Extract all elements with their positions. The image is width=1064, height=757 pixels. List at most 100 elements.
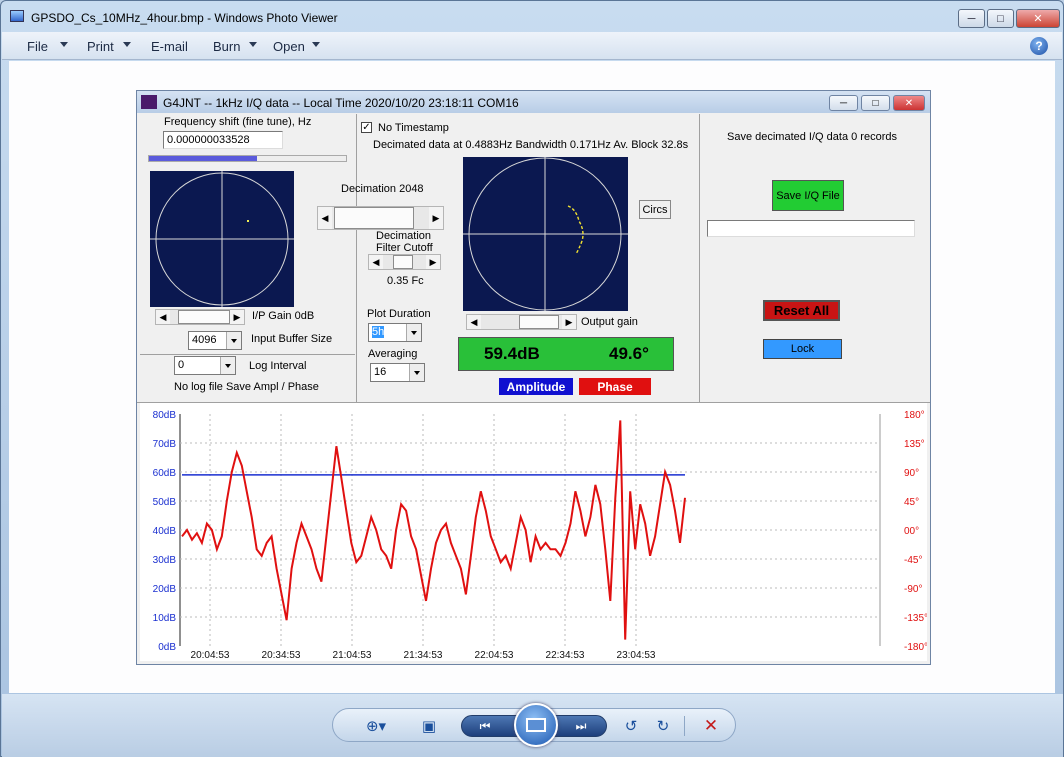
menu-email[interactable]: E-mail [151,39,188,54]
freq-shift-label: Frequency shift (fine tune), Hz [164,116,312,128]
divider [699,114,700,402]
filter-cutoff-left-arrow[interactable]: ◀ [369,255,383,269]
input-buffer-label: Input Buffer Size [251,333,333,345]
y-left-tick-label: 40dB [153,526,177,537]
signal-level-bar [148,155,347,162]
readout-panel: 59.4dB 49.6° [458,337,674,371]
y-left-tick-label: 10dB [153,613,177,624]
menu-open[interactable]: Open [273,39,305,54]
log-interval-label: Log Interval [249,360,307,372]
amplitude-legend: Amplitude [499,378,573,395]
circs-button[interactable]: Circs [639,200,671,219]
ip-gain-thumb[interactable] [178,310,230,324]
ip-gain-right-arrow[interactable]: ▶ [230,310,244,324]
output-gain-thumb[interactable] [519,315,559,329]
decimation-filter-label-2: Filter Cutoff [376,242,433,254]
averaging-value: 16 [374,366,387,378]
y-right-tick-label: 180° [904,410,925,421]
freq-shift-input[interactable]: 0.000000033528 [163,131,283,149]
y-left-tick-label: 0dB [158,642,176,653]
phase-legend: Phase [579,378,651,395]
filter-cutoff-thumb[interactable] [393,255,413,269]
no-timestamp-checkbox[interactable]: ✓ [361,122,372,133]
output-gain-left-arrow[interactable]: ◀ [467,315,481,329]
log-status-text: No log file Save Ampl / Phase [174,381,319,393]
plot-duration-label: Plot Duration [367,308,431,320]
decimation-left-arrow[interactable]: ◀ [318,207,332,229]
open-dropdown-icon[interactable] [312,42,320,47]
menu-file[interactable]: File [27,39,48,54]
chevron-down-icon[interactable] [406,324,421,341]
save-iq-file-button[interactable]: Save I/Q File [772,180,844,211]
averaging-select[interactable]: 16 [370,363,425,382]
decimation-filter-label-1: Decimation [376,230,432,242]
rotate-counterclockwise-icon[interactable]: ↺ [619,714,643,738]
reset-all-button[interactable]: Reset All [763,300,840,321]
x-tick-label: 22:34:53 [546,650,585,661]
ip-gain-slider[interactable]: ◀ ▶ [155,309,245,325]
y-right-tick-label: 00° [904,526,919,537]
title-bar: GPSDO_Cs_10MHz_4hour.bmp - Windows Photo… [1,1,1063,31]
slideshow-icon [526,718,546,732]
actual-size-icon[interactable]: ▣ [417,714,441,738]
lock-button[interactable]: Lock [763,339,842,359]
y-right-tick-label: -90° [904,584,922,595]
phase-readout: 49.6° [609,344,649,363]
maximize-button[interactable]: □ [987,9,1014,28]
x-tick-label: 23:04:53 [617,650,656,661]
zoom-icon[interactable]: ⊕▾ [359,714,393,738]
output-gain-label: Output gain [581,316,638,328]
g4jnt-app-icon [141,95,157,109]
decimation-right-arrow[interactable]: ▶ [429,207,443,229]
chevron-down-icon[interactable] [226,332,241,349]
plot-duration-select[interactable]: 5h [368,323,422,342]
output-gain-slider[interactable]: ◀ ▶ [466,314,577,330]
menu-bar: File Print E-mail Burn Open ? [2,32,1062,60]
filter-cutoff-slider[interactable]: ◀ ▶ [368,254,441,270]
rotate-clockwise-icon[interactable]: ↻ [651,714,675,738]
divider [684,716,685,736]
y-left-tick-label: 50dB [153,497,177,508]
x-tick-label: 21:34:53 [404,650,443,661]
minimize-button[interactable]: ─ [958,9,985,28]
series-phase-line [181,420,686,640]
slideshow-button[interactable] [514,703,558,747]
decimation-thumb[interactable] [334,207,414,229]
g4jnt-title-bar: G4JNT -- 1kHz I/Q data -- Local Time 202… [137,91,930,113]
menu-burn[interactable]: Burn [213,39,240,54]
g4jnt-close-button[interactable]: ✕ [893,95,925,111]
divider [356,114,357,402]
amplitude-phase-chart: 80dB 180° 70dB 135° 60dB 90° 50dB 45° 40dB 00° 30d… [153,410,928,661]
decimation-slider[interactable]: ◀ ▶ [317,206,444,230]
decimation-label: Decimation 2048 [341,183,424,195]
g4jnt-minimize-button[interactable]: ─ [829,95,858,111]
decimated-info-text: Decimated data at 0.4883Hz Bandwidth 0.1… [373,139,689,151]
no-timestamp-label: No Timestamp [378,122,449,134]
help-icon[interactable]: ? [1030,37,1048,55]
next-icon[interactable]: ⏭ [566,716,596,736]
log-interval-select[interactable]: 0 [174,356,236,375]
previous-icon[interactable]: ⏮ [470,716,500,736]
y-left-tick-label: 20dB [153,584,177,595]
burn-dropdown-icon[interactable] [249,42,257,47]
ip-gain-label: I/P Gain 0dB [252,310,315,322]
control-pill: ⊕▾ ▣ ⏮ ⏭ ↺ ↻ ✕ [332,703,736,747]
divider [140,354,355,355]
chevron-down-icon[interactable] [220,357,235,374]
close-window-button[interactable]: ✕ [1016,9,1060,28]
delete-icon[interactable]: ✕ [697,714,725,738]
g4jnt-maximize-button[interactable]: □ [861,95,890,111]
output-gain-right-arrow[interactable]: ▶ [562,315,576,329]
x-tick-label: 20:04:53 [191,650,230,661]
chevron-down-icon[interactable] [409,364,424,381]
input-buffer-select[interactable]: 4096 [188,331,242,350]
menu-print[interactable]: Print [87,39,114,54]
file-dropdown-icon[interactable] [60,42,68,47]
plot-duration-value: 5h [372,326,385,338]
ip-gain-left-arrow[interactable]: ◀ [156,310,170,324]
save-file-path-input[interactable] [707,220,915,237]
log-interval-value: 0 [178,359,185,371]
filter-cutoff-right-arrow[interactable]: ▶ [426,255,440,269]
print-dropdown-icon[interactable] [123,42,131,47]
output-iq-scope [463,157,628,311]
